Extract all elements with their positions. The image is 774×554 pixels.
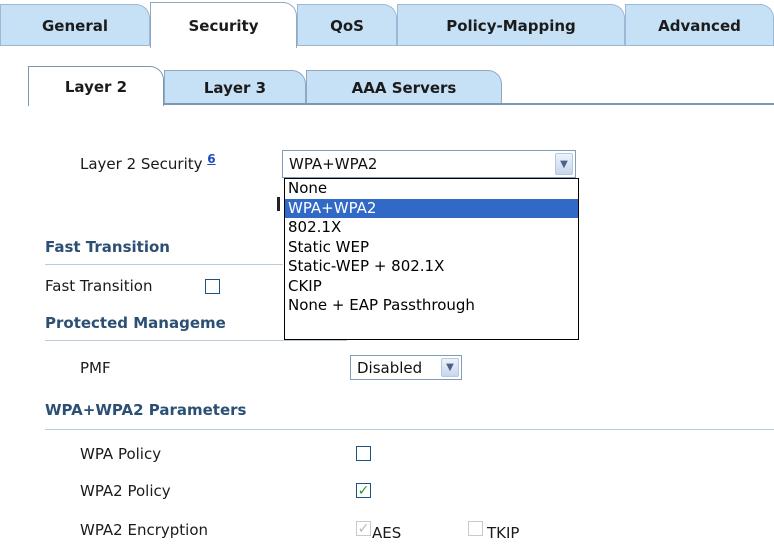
wpa2-encryption-label: WPA2 Encryption <box>80 521 209 539</box>
tkip-label: TKIP <box>487 524 520 542</box>
wpa-policy-label: WPA Policy <box>80 445 162 463</box>
tab-aaa-servers-label: AAA Servers <box>351 78 457 97</box>
pmf-label: PMF <box>80 359 111 377</box>
option-none-eap-passthrough[interactable]: None + EAP Passthrough <box>285 296 578 316</box>
option-ckip[interactable]: CKIP <box>285 277 578 297</box>
layer2-security-select[interactable]: WPA+WPA2 ▼ <box>282 150 576 178</box>
pmf-divider <box>45 340 347 341</box>
tab-aaa-servers[interactable]: AAA Servers <box>306 70 502 104</box>
option-none[interactable]: None <box>285 179 578 199</box>
pmf-select[interactable]: Disabled ▼ <box>350 355 462 380</box>
obscured-text-fragment <box>277 197 280 211</box>
layer2-security-label-row: Layer 2 Security 6 <box>80 152 216 173</box>
tab-security[interactable]: Security <box>150 2 297 48</box>
top-tab-divider <box>0 45 774 46</box>
wpa-policy-checkbox[interactable] <box>356 446 371 461</box>
footnote-link[interactable]: 6 <box>207 152 215 166</box>
aes-label: AES <box>372 524 402 542</box>
tab-policy-mapping-label: Policy-Mapping <box>446 16 576 35</box>
checkmark-icon: ✓ <box>357 520 370 537</box>
layer2-security-options-list: None WPA+WPA2 802.1X Static WEP Static-W… <box>284 178 579 340</box>
chevron-down-icon[interactable]: ▼ <box>441 358 459 377</box>
option-static-wep[interactable]: Static WEP <box>285 238 578 258</box>
option-static-wep-802-1x[interactable]: Static-WEP + 802.1X <box>285 257 578 277</box>
tab-general[interactable]: General <box>0 4 150 46</box>
fast-transition-title: Fast Transition <box>45 238 170 256</box>
layer2-security-value: WPA+WPA2 <box>289 155 378 173</box>
tab-advanced-label: Advanced <box>658 16 741 35</box>
tab-advanced[interactable]: Advanced <box>625 4 774 46</box>
tab-layer3[interactable]: Layer 3 <box>164 70 306 104</box>
tab-qos[interactable]: QoS <box>297 4 397 46</box>
fast-transition-checkbox[interactable] <box>205 279 220 294</box>
tab-general-label: General <box>42 16 108 35</box>
tab-layer2-label: Layer 2 <box>64 77 128 96</box>
fast-transition-divider <box>45 264 283 265</box>
tab-security-label: Security <box>188 16 259 35</box>
wpa2-policy-label: WPA2 Policy <box>80 482 171 500</box>
aes-checkbox[interactable]: ✓ <box>356 521 371 536</box>
wpa-params-title: WPA+WPA2 Parameters <box>45 401 247 419</box>
tab-qos-label: QoS <box>330 16 364 35</box>
tab-layer2[interactable]: Layer 2 <box>28 66 164 106</box>
wpa2-policy-checkbox[interactable]: ✓ <box>356 483 371 498</box>
pmf-value: Disabled <box>357 358 423 377</box>
layer2-security-label: Layer 2 Security <box>80 155 203 173</box>
tkip-checkbox[interactable] <box>468 521 483 536</box>
checkmark-icon: ✓ <box>357 482 370 499</box>
fast-transition-label: Fast Transition <box>45 277 153 295</box>
chevron-down-icon[interactable]: ▼ <box>555 153 573 175</box>
tab-layer3-label: Layer 3 <box>203 78 267 97</box>
wpa-params-divider <box>45 429 774 430</box>
pmf-section-title: Protected Manageme <box>45 314 226 332</box>
tab-policy-mapping[interactable]: Policy-Mapping <box>397 4 625 46</box>
option-wpa-wpa2[interactable]: WPA+WPA2 <box>285 198 578 218</box>
option-802-1x[interactable]: 802.1X <box>285 218 578 238</box>
